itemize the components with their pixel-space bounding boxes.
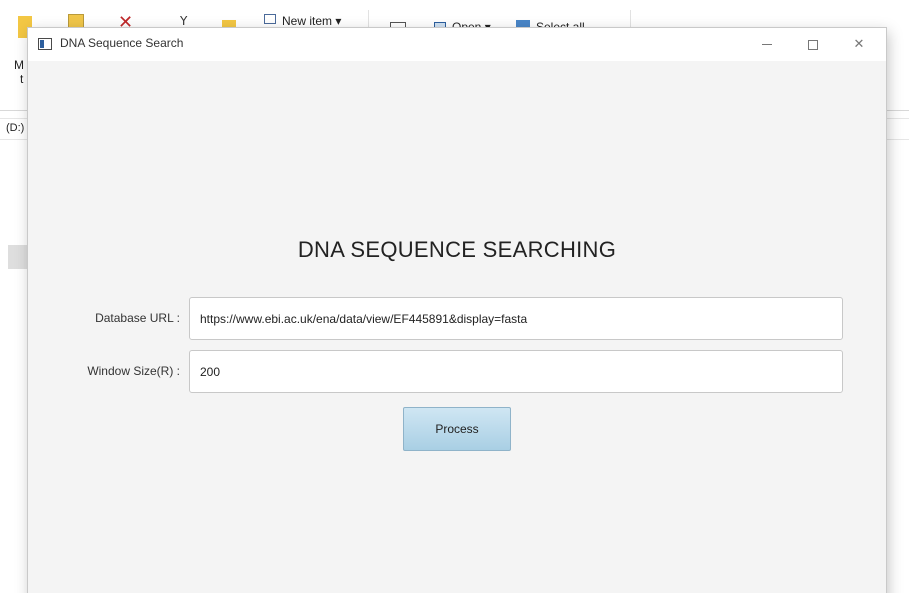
new-item-icon (264, 14, 276, 24)
address-drive-label: (D:) (6, 122, 25, 134)
page-title: DNA SEQUENCE SEARCHING (297, 237, 617, 262)
database-url-label: Database URL : (95, 311, 180, 325)
title-bar[interactable]: DNA Sequence Search ✕ (28, 28, 886, 61)
maximize-button[interactable] (790, 28, 836, 61)
window-size-label: Window Size(R) : (87, 364, 180, 378)
window-size-input[interactable] (189, 350, 843, 393)
close-icon: ✕ (853, 37, 865, 52)
ribbon-truncated-label: M (14, 58, 24, 72)
filter-icon: Y (180, 14, 188, 28)
copy-icon (68, 14, 84, 28)
minimize-button[interactable] (744, 28, 790, 61)
minimize-icon (762, 44, 772, 45)
maximize-icon (808, 39, 818, 50)
database-url-input[interactable] (189, 297, 843, 340)
window-title: DNA Sequence Search (60, 36, 184, 50)
process-button[interactable]: Process (403, 407, 511, 451)
folder-yellow-icon (222, 20, 236, 28)
app-icon (38, 38, 52, 50)
ribbon-new-item[interactable]: New item ▾ (282, 14, 341, 28)
form-panel: DNA SEQUENCE SEARCHING Database URL : Wi… (28, 61, 886, 593)
background-selected-row (8, 245, 30, 269)
ribbon-truncated-label: t (20, 72, 24, 86)
close-button[interactable]: ✕ (836, 28, 882, 61)
dna-search-window: DNA Sequence Search ✕ DNA SEQUENCE SEARC… (28, 28, 886, 593)
